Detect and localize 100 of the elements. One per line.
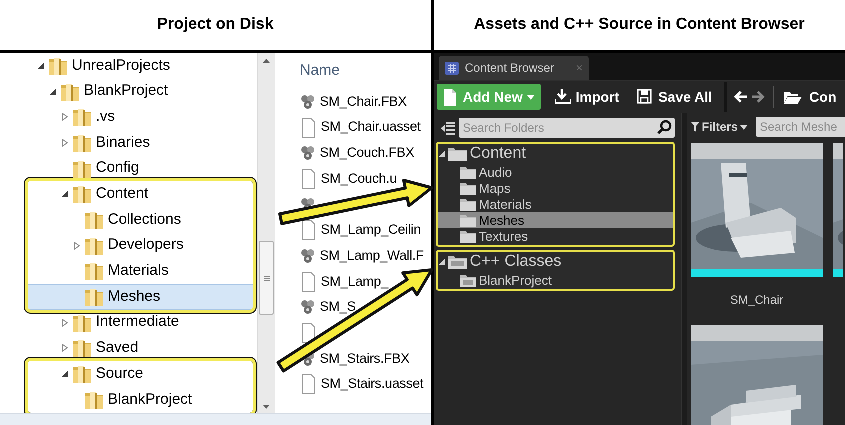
tree-toggle-icon[interactable] — [441, 122, 455, 134]
tree-item[interactable]: Maps — [438, 180, 673, 196]
tree-item[interactable]: Materials — [28, 258, 253, 284]
tree-item[interactable]: Materials — [438, 196, 673, 212]
folder-icon — [84, 287, 104, 308]
funnel-icon — [691, 122, 700, 132]
tree-item[interactable]: Intermediate — [0, 310, 257, 336]
folder-icon — [784, 90, 802, 104]
search-icon[interactable] — [657, 120, 672, 135]
import-button[interactable]: Import — [548, 84, 626, 110]
folder-icon — [460, 198, 476, 210]
folder-icon — [72, 338, 92, 358]
collapsed-arrow-icon[interactable] — [73, 242, 81, 250]
tree-item[interactable]: Meshes — [28, 284, 253, 310]
folder-icon — [460, 166, 476, 178]
file-name[interactable]: SM_Chair.uasset — [321, 117, 421, 138]
tree-item[interactable]: BlankProject — [0, 78, 257, 104]
collapsed-arrow-icon[interactable] — [61, 318, 69, 327]
folder-icon — [72, 107, 92, 128]
tree-item[interactable]: Meshes — [438, 212, 673, 228]
file-name[interactable]: SM_Stairs.FBX — [320, 348, 410, 369]
scroll-up-icon[interactable] — [263, 59, 270, 63]
search-field[interactable]: Search Folders — [459, 118, 675, 138]
tree-item[interactable]: Audio — [438, 164, 673, 180]
collapsed-arrow-icon[interactable] — [61, 344, 69, 352]
file-name[interactable]: SM_Chair.FBX — [320, 92, 407, 112]
asset-label: SM_Chair — [730, 292, 784, 309]
folder-icon — [84, 210, 104, 230]
file-name[interactable]: SM_Lamp_Wall.F — [320, 246, 424, 266]
folder-icon — [72, 364, 92, 384]
file-icon — [300, 118, 317, 138]
folder-icon — [84, 236, 104, 256]
folder-icon — [72, 312, 92, 333]
file-icon — [300, 374, 317, 394]
gear-cluster-icon — [300, 94, 316, 110]
panel-heading: Project on Disk — [157, 15, 274, 35]
tree-item[interactable]: Content — [438, 144, 673, 164]
file-icon — [300, 323, 317, 344]
collapsed-arrow-icon[interactable] — [61, 113, 69, 122]
file-name[interactable]: SM_Lamp_ — [321, 272, 388, 292]
file-icon — [300, 168, 317, 189]
collapsed-arrow-icon[interactable] — [61, 138, 69, 147]
panel-heading: Assets and C++ Source in Content Browser — [474, 15, 805, 35]
folder-icon — [72, 132, 92, 153]
gear-cluster-icon — [300, 248, 316, 264]
folder-icon — [84, 390, 104, 410]
tree-item[interactable]: C++ Classes — [438, 252, 673, 272]
folder-icon — [72, 158, 92, 179]
save-all-button[interactable]: Save All — [631, 84, 718, 110]
forward-arrow-icon[interactable] — [751, 90, 766, 104]
code-folder-icon — [460, 274, 476, 286]
scroll-down-icon[interactable] — [263, 405, 270, 409]
folder-icon — [460, 182, 476, 194]
file-name[interactable]: SM_Stairs.uasset — [321, 374, 424, 395]
document-icon — [443, 88, 459, 106]
folder-icon — [48, 56, 68, 76]
expanded-arrow-icon[interactable] — [61, 370, 69, 378]
tree-item[interactable]: Saved — [0, 336, 257, 362]
expanded-arrow-icon[interactable] — [37, 62, 45, 70]
expanded-arrow-icon[interactable] — [439, 151, 445, 157]
tree-item[interactable]: Source — [28, 361, 253, 387]
scroll-thumb[interactable] — [259, 241, 274, 315]
file-name[interactable]: SM_Couch.u — [321, 168, 398, 190]
folder-icon — [448, 147, 467, 161]
folder-icon — [60, 82, 80, 102]
gear-cluster-icon — [300, 299, 316, 316]
filters-button[interactable]: Filters — [691, 118, 748, 136]
file-name[interactable]: SM_Lamp_Ceilin — [321, 220, 421, 240]
caret-icon — [740, 124, 748, 130]
expanded-arrow-icon[interactable] — [439, 259, 445, 265]
path-button[interactable]: Con — [784, 86, 837, 108]
tree-item[interactable]: Binaries — [0, 130, 257, 156]
tree-item[interactable]: Collections — [28, 207, 253, 233]
tree-item[interactable]: Textures — [438, 228, 673, 244]
back-arrow-icon[interactable] — [733, 90, 748, 104]
grid-icon — [445, 62, 459, 74]
tree-item[interactable]: Config — [0, 156, 257, 182]
tab[interactable]: Content Browser × — [439, 56, 589, 80]
download-icon — [554, 88, 571, 106]
tree-item[interactable]: .vs — [0, 104, 257, 130]
tree-item[interactable]: BlankProject — [28, 386, 253, 413]
expanded-arrow-icon[interactable] — [61, 190, 69, 198]
folder-icon — [460, 214, 476, 226]
gear-cluster-icon — [300, 145, 316, 162]
scrollbar[interactable] — [257, 53, 275, 413]
tree-item[interactable]: Content — [28, 181, 253, 208]
expanded-arrow-icon[interactable] — [49, 88, 57, 96]
file-icon — [300, 272, 317, 292]
folder-icon — [460, 230, 476, 242]
search-field[interactable]: Search Meshe — [756, 117, 845, 137]
column-header[interactable]: Name — [300, 59, 431, 89]
tree-item[interactable]: UnrealProjects — [0, 53, 257, 79]
file-name[interactable]: SM_S — [320, 297, 356, 318]
code-folder-icon — [448, 255, 467, 269]
file-name[interactable]: SM_Couch.FBX — [320, 143, 414, 164]
folder-icon — [72, 184, 92, 204]
tree-item[interactable]: Developers — [28, 232, 253, 258]
tree-item[interactable]: BlankProject — [438, 272, 673, 288]
folder-icon — [84, 261, 104, 282]
file-icon — [300, 220, 317, 240]
